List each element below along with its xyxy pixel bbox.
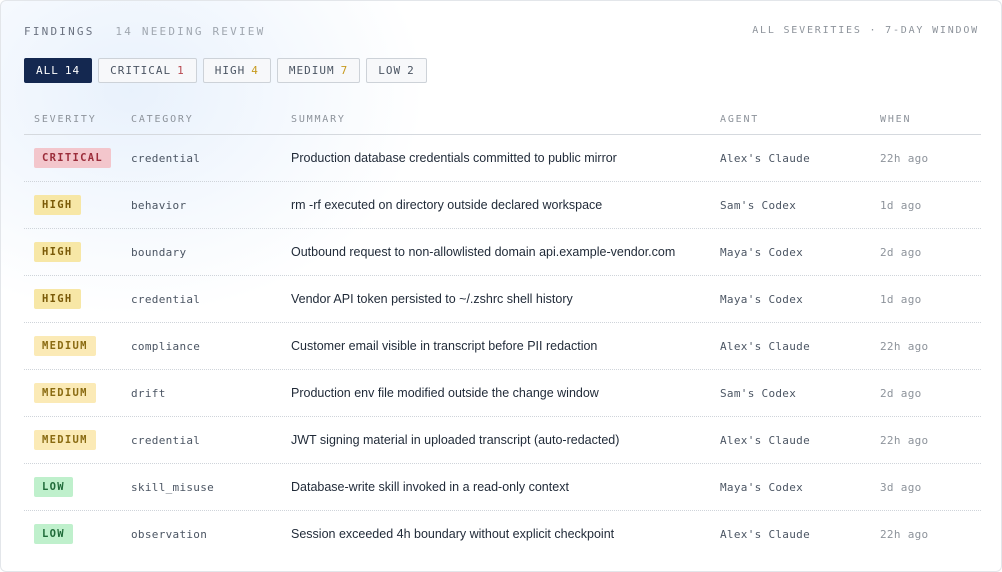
summary-cell: Production database credentials committe… [291,151,617,165]
table-row[interactable]: MEDIUM drift Production env file modified … [24,370,981,417]
severity-cell: LOW [24,524,131,544]
category-cell: compliance [131,339,201,353]
filter-chip-label: HIGH [214,64,246,77]
when-cell: 1d ago [880,292,922,306]
agent-cell: Sam's Codex [720,386,797,400]
severity-filter-bar: ALL 14 CRITICAL 1 HIGH 4 MEDIUM 7 LOW 2 [24,58,427,83]
table-row[interactable]: LOW observation Session exceeded 4h bounda… [24,511,981,557]
page-title: FINDINGS [24,25,95,38]
agent-cell: Alex's Claude [720,339,810,353]
table-row[interactable]: HIGH behavior rm -rf executed on directory… [24,182,981,229]
filter-chip-label: LOW [378,64,402,77]
summary-cell: rm -rf executed on directory outside dec… [291,198,603,212]
agent-cell: Sam's Codex [720,198,797,212]
category-cell: drift [131,386,166,400]
agent-cell: Alex's Claude [720,433,810,447]
severity-badge: MEDIUM [34,336,96,356]
table-header: SEVERITY CATEGORY SUMMARY AGENT WHEN [24,104,981,135]
agent-cell: Alex's Claude [720,151,810,165]
filter-chip-count: 4 [251,64,259,77]
category-cell: boundary [131,245,187,259]
category-cell: credential [131,433,201,447]
column-header-summary[interactable]: SUMMARY [291,114,720,125]
findings-table: SEVERITY CATEGORY SUMMARY AGENT WHEN CRI… [24,104,981,557]
table-row[interactable]: HIGH credential Vendor API token persisted… [24,276,981,323]
table-row[interactable]: LOW skill_misuse Database-write skill invo… [24,464,981,511]
filter-chip-label: CRITICAL [110,64,172,77]
filter-chip-label: MEDIUM [288,64,335,77]
severity-badge: MEDIUM [34,430,96,450]
severity-cell: MEDIUM [24,430,131,450]
severity-cell: LOW [24,477,131,497]
filter-chip-low[interactable]: LOW 2 [366,58,427,83]
filter-chip-label: ALL [36,64,59,77]
when-cell: 22h ago [880,339,929,353]
severity-badge: MEDIUM [34,383,96,403]
scope-label: ALL SEVERITIES · 7-DAY WINDOW [752,25,979,36]
summary-cell: Database-write skill invoked in a read-o… [291,480,569,494]
findings-panel: FINDINGS 14 NEEDING REVIEW ALL SEVERITIE… [0,0,1002,572]
when-cell: 22h ago [880,433,929,447]
column-header-when[interactable]: WHEN [880,114,981,125]
filter-chip-medium[interactable]: MEDIUM 7 [276,58,361,83]
severity-badge: HIGH [34,195,81,215]
agent-cell: Maya's Codex [720,245,804,259]
when-cell: 2d ago [880,245,922,259]
column-header-agent[interactable]: AGENT [720,114,880,125]
when-cell: 22h ago [880,151,929,165]
severity-cell: HIGH [24,242,131,262]
category-cell: credential [131,151,201,165]
category-cell: credential [131,292,201,306]
category-cell: observation [131,527,208,541]
panel-header: FINDINGS 14 NEEDING REVIEW [24,25,265,38]
table-row[interactable]: CRITICAL credential Production database cr… [24,135,981,182]
summary-cell: Outbound request to non-allowlisted doma… [291,245,676,259]
severity-cell: MEDIUM [24,336,131,356]
summary-cell: Customer email visible in transcript bef… [291,339,598,353]
summary-cell: Production env file modified outside the… [291,386,599,400]
column-header-category[interactable]: CATEGORY [131,114,291,125]
agent-cell: Maya's Codex [720,480,804,494]
filter-chip-count: 7 [340,64,349,77]
when-cell: 3d ago [880,480,922,494]
severity-cell: HIGH [24,195,131,215]
table-row[interactable]: MEDIUM compliance Customer email visible i… [24,323,981,370]
summary-cell: Vendor API token persisted to ~/.zshrc s… [291,292,573,306]
when-cell: 1d ago [880,198,922,212]
severity-cell: MEDIUM [24,383,131,403]
filter-chip-count: 14 [64,64,81,77]
category-cell: behavior [131,198,187,212]
when-cell: 2d ago [880,386,922,400]
severity-badge: CRITICAL [34,148,111,168]
table-body: CRITICAL credential Production database cr… [24,135,981,557]
severity-badge: LOW [34,477,73,497]
table-row[interactable]: MEDIUM credential JWT signing material in … [24,417,981,464]
severity-badge: HIGH [34,289,81,309]
severity-badge: HIGH [34,242,81,262]
severity-cell: CRITICAL [24,148,131,168]
filter-chip-count: 2 [407,64,415,77]
category-cell: skill_misuse [131,480,215,494]
severity-cell: HIGH [24,289,131,309]
table-row[interactable]: HIGH boundary Outbound request to non-allo… [24,229,981,276]
filter-chip-critical[interactable]: CRITICAL 1 [98,58,197,83]
agent-cell: Alex's Claude [720,527,810,541]
summary-cell: JWT signing material in uploaded transcr… [291,433,620,447]
summary-cell: Session exceeded 4h boundary without exp… [291,527,615,541]
filter-chip-high[interactable]: HIGH 4 [202,58,271,83]
column-header-severity[interactable]: SEVERITY [24,114,131,125]
filter-chip-all[interactable]: ALL 14 [24,58,93,83]
severity-badge: LOW [34,524,73,544]
filter-chip-count: 1 [177,64,185,77]
agent-cell: Maya's Codex [720,292,804,306]
when-cell: 22h ago [880,527,929,541]
review-count: 14 NEEDING REVIEW [115,25,266,38]
